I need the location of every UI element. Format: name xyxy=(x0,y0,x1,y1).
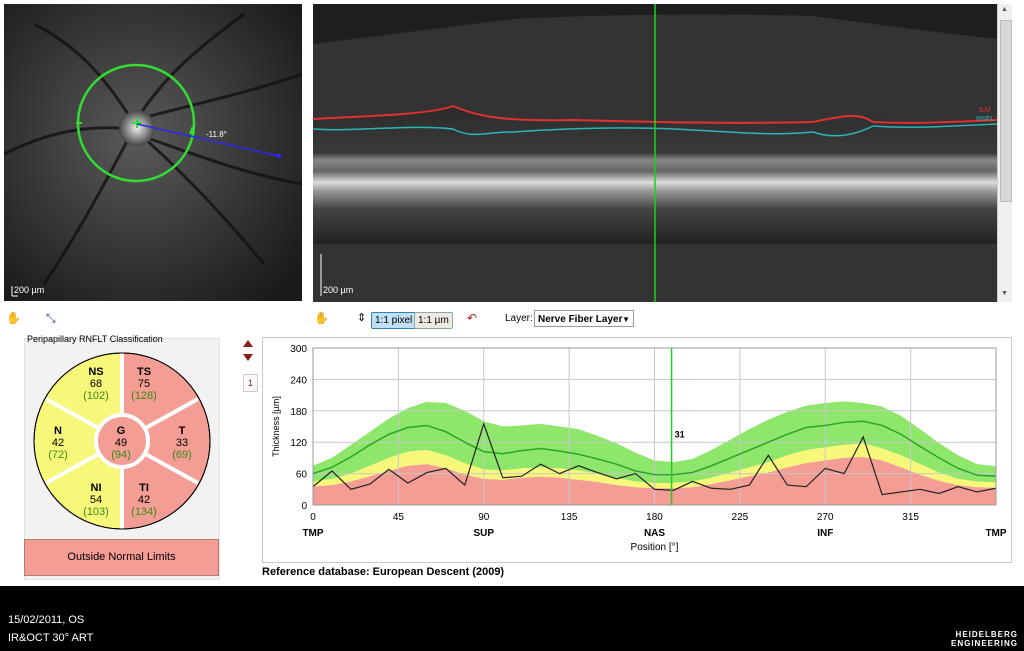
fundus-graphic xyxy=(4,4,302,301)
sector-t-name: T xyxy=(178,425,186,437)
sector-n-value: 42 xyxy=(51,437,65,449)
sector-ts: TS 75 (128) xyxy=(124,366,164,402)
sector-g: G 49 (94) xyxy=(101,425,141,461)
oct-bscan-image[interactable]: 200 µm ILM RNFL xyxy=(313,4,997,302)
thickness-chart: 31 0 60 120 180 240 300 0 45 90 135 180 225 270 315 TM… xyxy=(262,337,1012,563)
sector-t-value: 33 xyxy=(175,437,189,449)
classification-title: Peripapillary RNFLT Classification xyxy=(27,334,163,344)
y-tick-label: 180 xyxy=(290,407,307,418)
y-tick-label: 240 xyxy=(290,375,307,386)
x-tick-label: 0 xyxy=(310,512,316,523)
x-axis-label: Position [°] xyxy=(631,542,679,553)
sector-g-value: 49 xyxy=(114,437,128,449)
fundus-image[interactable]: 200 µm -11.8° xyxy=(4,4,302,301)
fundus-scale-label: 200 µm xyxy=(14,285,45,295)
x-tick-label: 135 xyxy=(561,512,578,523)
layer-select-value: Nerve Fiber Layer xyxy=(538,314,623,325)
sector-g-ref: (94) xyxy=(111,449,131,461)
x-tick-label: 270 xyxy=(817,512,834,523)
measure-tool-icon[interactable]: ⤡ xyxy=(46,311,56,326)
classification-status: Outside Normal Limits xyxy=(24,539,219,576)
angle-label: -11.8° xyxy=(206,130,227,139)
brand-line-1: HEIDELBERG xyxy=(955,630,1018,639)
sector-ts-name: TS xyxy=(136,366,152,378)
scroll-down-icon[interactable]: ▼ xyxy=(1001,290,1008,297)
thickness-chart-svg: 31 0 60 120 180 240 300 0 45 90 135 180 225 270 315 TM… xyxy=(271,344,1007,553)
scroll-thumb[interactable] xyxy=(1000,20,1012,202)
fit-height-icon[interactable]: ⇕ xyxy=(357,311,366,324)
reference-database: Reference database: European Descent (20… xyxy=(262,566,505,578)
ilm-label: ILM xyxy=(979,107,991,114)
region-label: INF xyxy=(817,528,833,539)
bscan-scale-label: 200 µm xyxy=(323,285,354,295)
sector-ti-name: TI xyxy=(139,482,149,494)
x-tick-label: 225 xyxy=(732,512,749,523)
footer-bar: 15/02/2011, OS IR&OCT 30° ART HEIDELBERG… xyxy=(0,586,1024,651)
sector-ts-value: 75 xyxy=(137,378,151,390)
draw-tool-icon[interactable]: ↶ xyxy=(467,311,477,325)
sector-ti-value: 42 xyxy=(137,494,151,506)
sector-t: T 33 (69) xyxy=(162,425,202,461)
page-indicator[interactable]: 1 xyxy=(243,374,258,392)
layer-label: Layer: xyxy=(505,313,533,324)
y-tick-label: 120 xyxy=(290,438,307,449)
x-tick-label: 90 xyxy=(478,512,490,523)
region-label: TMP xyxy=(985,528,1006,539)
sector-ns-name: NS xyxy=(88,366,104,378)
arrow-up-icon[interactable] xyxy=(243,340,253,347)
sector-ti: TI 42 (134) xyxy=(124,482,164,518)
sector-t-ref: (69) xyxy=(172,449,192,461)
x-tick-label: 45 xyxy=(393,512,405,523)
hand-tool-bscan-icon[interactable]: ✋ xyxy=(314,311,329,325)
scan-mode: IR&OCT 30° ART xyxy=(8,632,94,644)
sector-n-name: N xyxy=(54,425,62,437)
y-tick-label: 60 xyxy=(296,470,308,481)
chevron-down-icon: ▼ xyxy=(622,315,630,324)
cursor-value-label: 31 xyxy=(675,430,685,440)
scroll-up-icon[interactable]: ▲ xyxy=(1001,6,1008,13)
region-label: SUP xyxy=(473,528,494,539)
y-tick-label: 0 xyxy=(301,501,307,512)
exam-date: 15/02/2011, OS xyxy=(8,614,85,626)
x-tick-label: 180 xyxy=(646,512,663,523)
one-to-one-pixel-button[interactable]: 1:1 pixel xyxy=(371,312,417,329)
x-tick-label: 315 xyxy=(902,512,919,523)
hand-tool-icon[interactable]: ✋ xyxy=(6,311,21,325)
sector-n-ref: (72) xyxy=(48,449,68,461)
sector-g-name: G xyxy=(116,425,126,437)
arrow-down-icon[interactable] xyxy=(243,354,253,361)
sector-n: N 42 (72) xyxy=(38,425,78,461)
sector-ni: NI 54 (103) xyxy=(76,482,116,518)
y-tick-label: 300 xyxy=(290,344,307,355)
sector-ni-value: 54 xyxy=(89,494,103,506)
one-to-one-um-button[interactable]: 1:1 µm xyxy=(414,312,453,329)
region-label: TMP xyxy=(302,528,323,539)
brand-line-2: ENGINEERING xyxy=(950,639,1018,648)
bscan-scrollbar[interactable]: ▲ ▼ xyxy=(997,4,1012,302)
y-axis-label: Thickness [µm] xyxy=(271,396,281,457)
layer-select[interactable]: Nerve Fiber Layer ▼ xyxy=(534,310,634,327)
brand-logo: HEIDELBERG ENGINEERING xyxy=(951,630,1018,648)
bscan-graphic xyxy=(313,4,997,302)
sector-ts-ref: (128) xyxy=(131,390,157,402)
rnfl-label: RNFL xyxy=(976,116,995,123)
sector-ns-value: 68 xyxy=(89,378,103,390)
sector-ni-name: NI xyxy=(90,482,102,494)
region-label: NAS xyxy=(644,528,665,539)
sector-ns-ref: (102) xyxy=(83,390,109,402)
sector-ti-ref: (134) xyxy=(131,506,157,518)
sector-ni-ref: (103) xyxy=(83,506,109,518)
sector-ns: NS 68 (102) xyxy=(76,366,116,402)
